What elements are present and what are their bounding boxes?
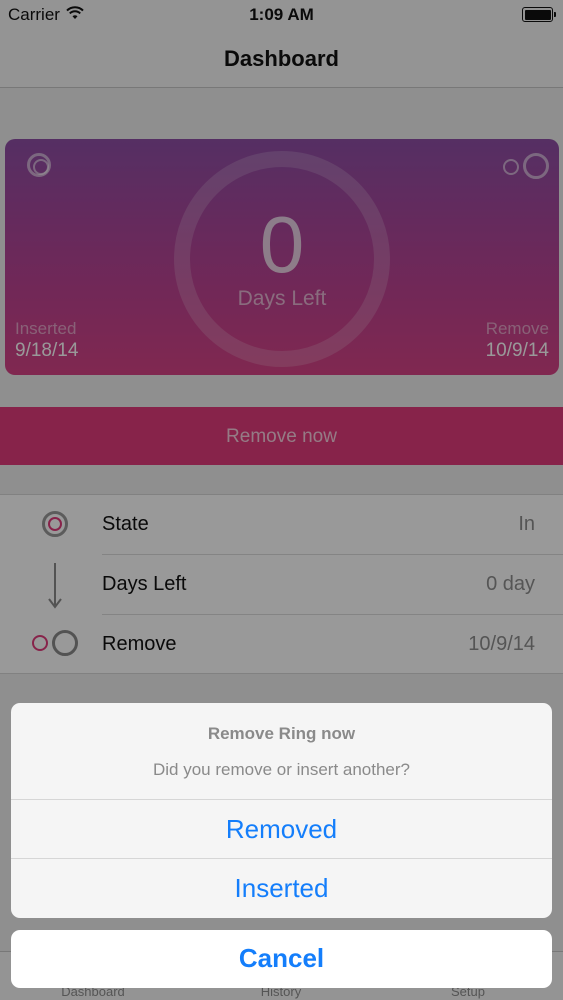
inserted-button[interactable]: Inserted [11, 858, 552, 917]
cancel-button-label: Cancel [238, 943, 325, 973]
removed-button-label: Removed [225, 814, 338, 844]
dashboard-screen: Carrier 1:09 AM Dashboard 0 Days Left In… [0, 0, 563, 1000]
action-sheet-message: Did you remove or insert another? [152, 760, 411, 779]
action-sheet-title: Remove Ring now [207, 724, 356, 743]
removed-button[interactable]: Removed [11, 799, 552, 858]
action-sheet: Remove Ring now Did you remove or insert… [11, 703, 552, 918]
inserted-button-label: Inserted [234, 873, 329, 903]
cancel-button[interactable]: Cancel [11, 930, 552, 988]
